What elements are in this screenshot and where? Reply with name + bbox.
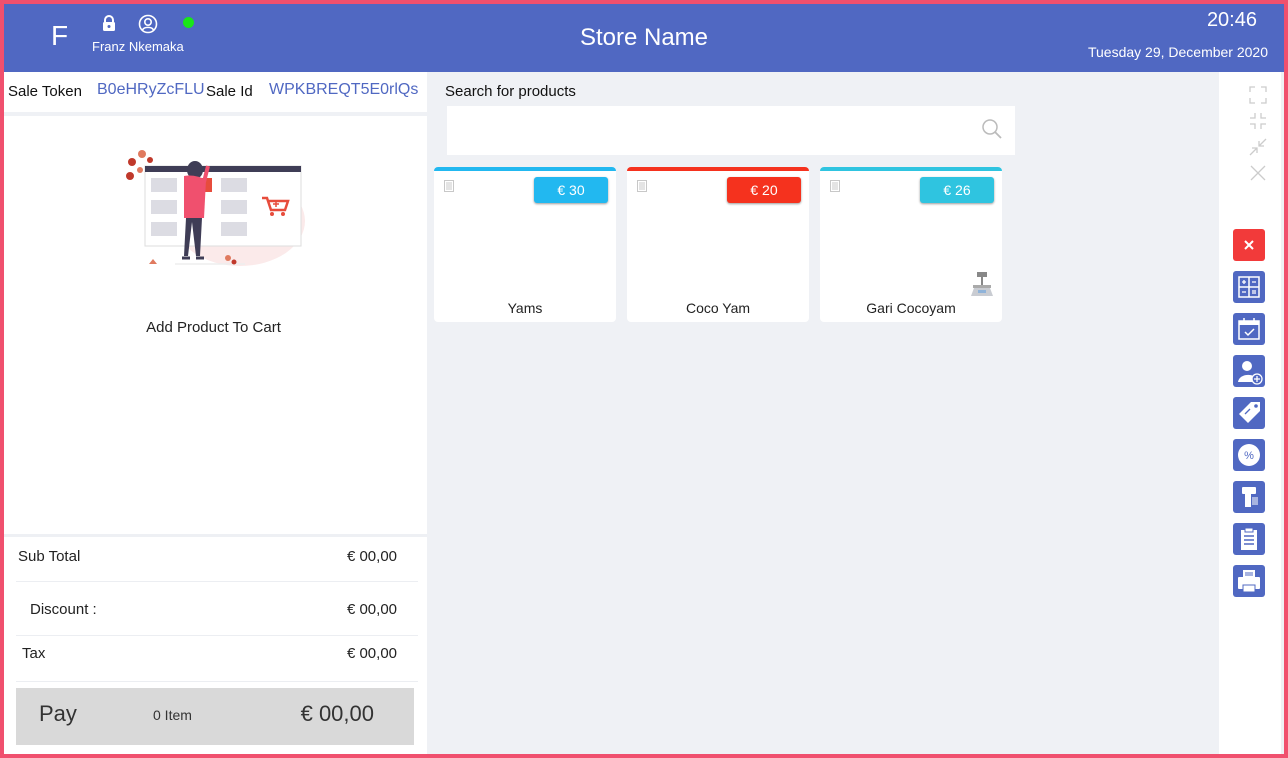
weighing-scale-icon	[970, 272, 994, 303]
calendar-icon	[1238, 318, 1260, 340]
discount-button[interactable]: %	[1233, 439, 1265, 471]
close-window-icon[interactable]	[1249, 164, 1267, 187]
price-badge: € 20	[727, 177, 801, 203]
product-card-gari-cocoyam[interactable]: € 26 Gari Cocoyam	[820, 167, 1002, 322]
product-name: Yams	[507, 300, 543, 316]
discount-value: € 00,00	[346, 601, 397, 618]
calendar-button[interactable]	[1233, 313, 1265, 345]
cancel-sale-button[interactable]	[1233, 229, 1265, 261]
calculator-icon	[1238, 276, 1260, 298]
product-search-input[interactable]	[457, 118, 971, 144]
pay-label: Pay	[39, 701, 77, 726]
clipboard-button[interactable]	[1233, 523, 1265, 555]
document-icon	[444, 179, 454, 197]
sale-id-value: WPKBREQT5E0rlQs	[269, 81, 419, 98]
printer-icon	[1238, 570, 1260, 593]
price-badge: € 30	[534, 177, 608, 203]
subtotal-value: € 00,00	[346, 548, 397, 565]
current-date: Tuesday 29, December 2020	[1087, 44, 1268, 60]
product-card-yams[interactable]: € 30 Yams	[434, 167, 616, 322]
add-customer-icon	[1238, 361, 1263, 385]
search-box	[447, 106, 1015, 155]
cancel-sale-icon	[1244, 240, 1254, 250]
card-color-bar	[627, 167, 809, 171]
add-customer-button[interactable]	[1233, 355, 1265, 387]
search-icon[interactable]	[981, 118, 1003, 145]
price-badge: € 26	[920, 177, 994, 203]
right-toolbar: %	[1219, 72, 1281, 758]
card-color-bar	[820, 167, 1002, 171]
card-color-bar	[434, 167, 616, 171]
tag-button[interactable]	[1233, 397, 1265, 429]
printer-button[interactable]	[1233, 565, 1265, 597]
app-header: F Franz Nkemaka Store Name 20:46 Tuesday…	[0, 0, 1288, 72]
subtotal-label: Sub Total	[18, 548, 81, 565]
calculator-button[interactable]	[1233, 271, 1265, 303]
discount-label: Discount :	[30, 601, 97, 618]
search-label: Search for products	[445, 83, 576, 100]
barcode-scanner-button[interactable]	[1233, 481, 1265, 513]
tax-value: € 00,00	[346, 645, 397, 662]
sale-token-value: B0eHRyZcFLU	[97, 81, 205, 98]
discount-icon: %	[1238, 444, 1260, 466]
cart-items-area: Add Product To Cart	[0, 116, 427, 534]
minimize-icon[interactable]	[1249, 138, 1267, 161]
pay-item-count: 0 Item	[153, 707, 192, 723]
sale-info-row: Sale Token B0eHRyZcFLU Sale Id WPKBREQT5…	[0, 72, 427, 112]
empty-cart-message: Add Product To Cart	[146, 319, 281, 336]
clock-time: 20:46	[1206, 9, 1257, 31]
product-name: Coco Yam	[685, 300, 751, 316]
discount-row: Discount : € 00,00	[0, 601, 427, 651]
document-icon	[637, 179, 647, 197]
document-icon	[830, 179, 840, 197]
tag-icon	[1239, 402, 1260, 423]
sale-token-label: Sale Token	[8, 83, 82, 100]
product-card-coco-yam[interactable]: € 20 Coco Yam	[627, 167, 809, 322]
empty-cart-illustration	[120, 146, 310, 301]
pay-button[interactable]: Pay 0 Item € 00,00	[16, 688, 414, 745]
tax-label: Tax	[22, 645, 46, 662]
product-name: Gari Cocoyam	[866, 300, 956, 316]
svg-text:%: %	[1244, 450, 1254, 462]
cart-panel: Sale Token B0eHRyZcFLU Sale Id WPKBREQT5…	[0, 72, 427, 758]
exit-fullscreen-icon[interactable]	[1249, 112, 1267, 135]
pay-amount: € 00,00	[300, 701, 374, 726]
subtotal-row: Sub Total € 00,00	[0, 548, 427, 598]
barcode-scanner-icon	[1242, 487, 1258, 507]
clipboard-icon	[1241, 527, 1257, 550]
sale-id-label: Sale Id	[206, 83, 253, 100]
fullscreen-icon[interactable]	[1249, 86, 1267, 109]
